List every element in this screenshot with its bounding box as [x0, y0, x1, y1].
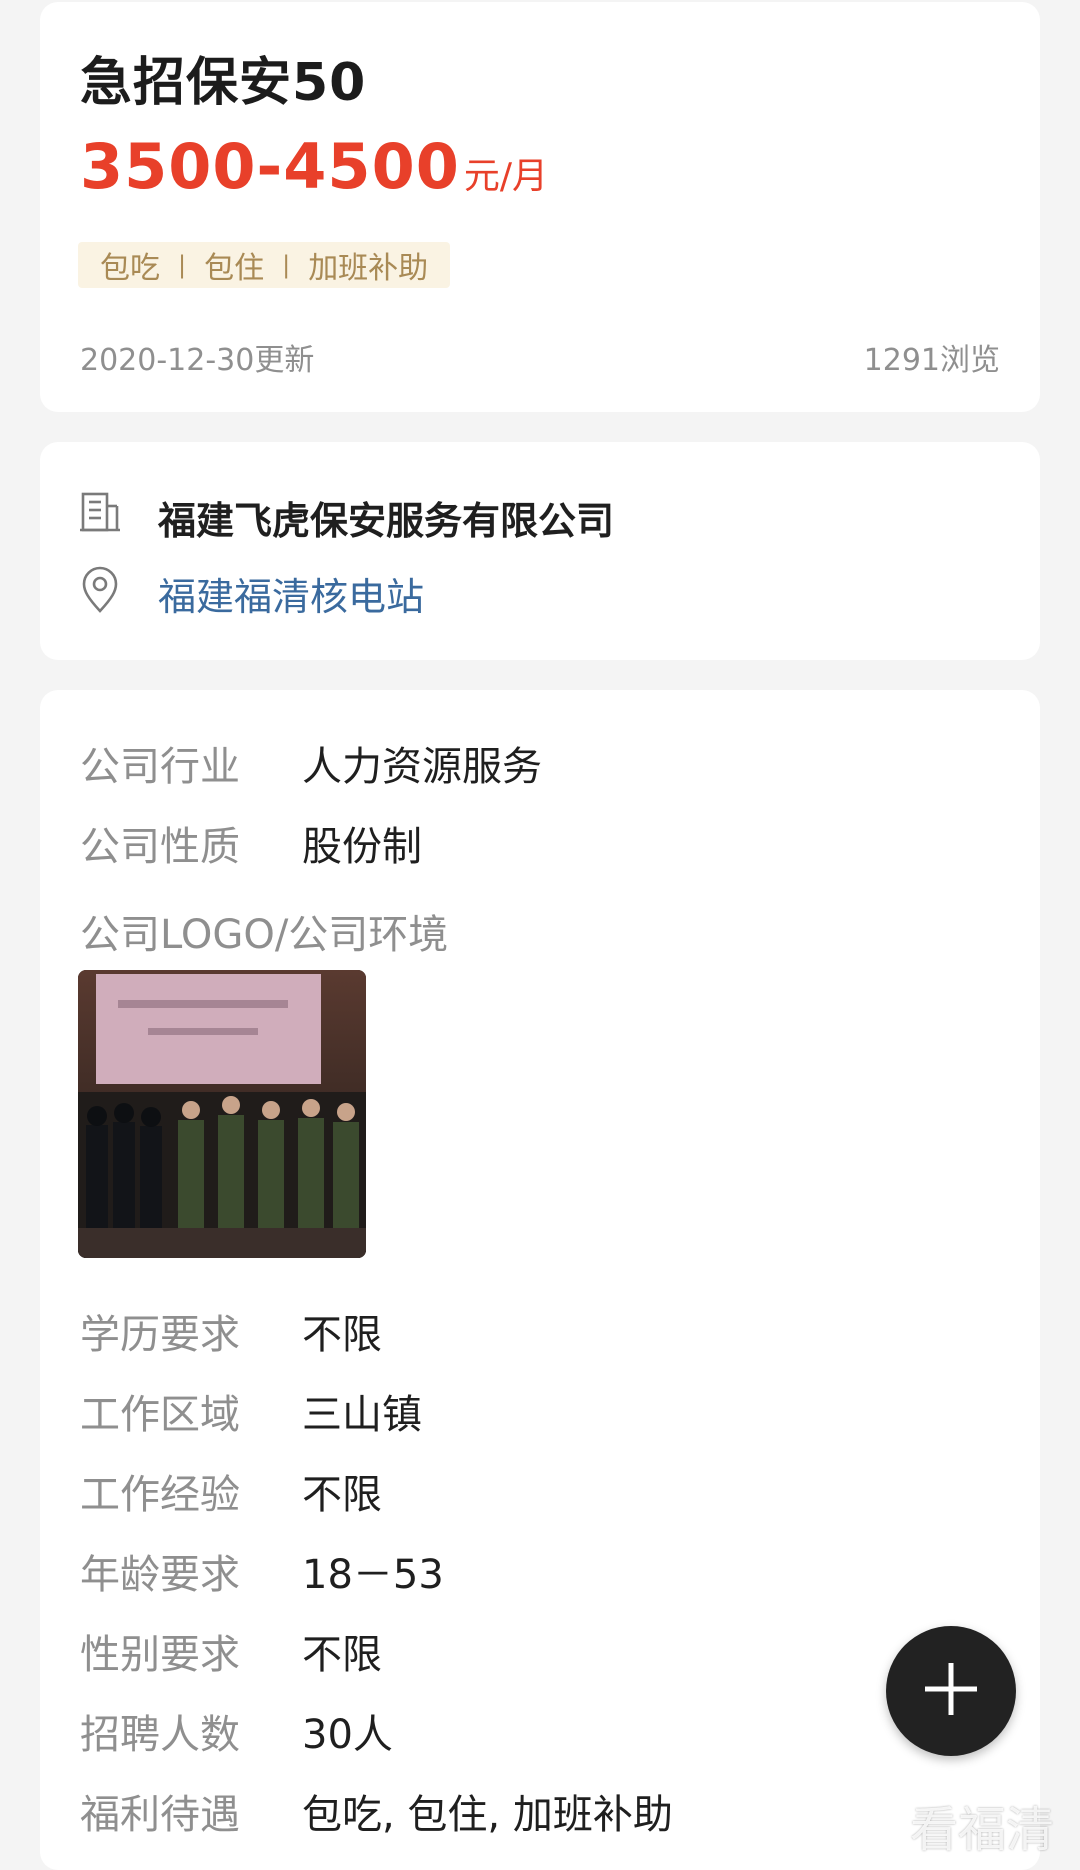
tag: 加班补助: [308, 251, 429, 286]
salary: 3500-4500 元/月: [80, 130, 548, 203]
detail-row-education: 学历要求 不限: [80, 1302, 382, 1360]
detail-label: 工作区域: [80, 1392, 240, 1438]
detail-value: 不限: [302, 1472, 382, 1518]
detail-value: 18－53: [302, 1552, 444, 1598]
detail-label: 公司行业: [80, 744, 240, 790]
detail-value: 包吃, 包住, 加班补助: [302, 1792, 673, 1838]
company-location[interactable]: 福建福清核电站: [158, 566, 424, 621]
detail-label: 招聘人数: [80, 1712, 240, 1758]
detail-row-nature: 公司性质 股份制: [80, 814, 422, 872]
detail-row-area: 工作区域 三山镇: [80, 1382, 422, 1440]
detail-label: 年龄要求: [80, 1552, 240, 1598]
detail-label: 性别要求: [80, 1632, 240, 1678]
detail-label: 学历要求: [80, 1312, 240, 1358]
watermark: 看福清: [909, 1802, 1054, 1858]
salary-unit: 元/月: [463, 156, 548, 197]
detail-row-headcount: 招聘人数 30人: [80, 1702, 393, 1760]
location-pin-icon: [78, 566, 122, 613]
detail-row-experience: 工作经验 不限: [80, 1462, 382, 1520]
add-button[interactable]: [886, 1626, 1016, 1756]
tag: 包吃: [100, 251, 160, 286]
job-title: 急招保安50: [80, 53, 367, 113]
tag: 包住: [204, 251, 265, 286]
benefit-tags: 包吃 | 包住 | 加班补助: [78, 242, 451, 288]
detail-value: 30人: [302, 1712, 393, 1758]
detail-row-age: 年龄要求 18－53: [80, 1542, 444, 1600]
detail-value: 不限: [302, 1312, 382, 1358]
company-card[interactable]: 福建飞虎保安服务有限公司 福建福清核电站: [40, 442, 1040, 660]
tag-separator: |: [282, 251, 291, 279]
detail-value: 股份制: [302, 824, 422, 870]
detail-label: 工作经验: [80, 1472, 240, 1518]
view-count: 1291浏览: [863, 343, 1000, 378]
detail-value: 人力资源服务: [302, 744, 542, 790]
updated-date: 2020-12-30更新: [80, 343, 315, 378]
detail-row-benefits: 福利待遇 包吃, 包住, 加班补助: [80, 1782, 673, 1840]
detail-label: 公司性质: [80, 824, 240, 870]
detail-value: 不限: [302, 1632, 382, 1678]
detail-label: 福利待遇: [80, 1792, 240, 1838]
company-environment-photo[interactable]: [78, 970, 366, 1258]
building-icon: [78, 490, 122, 534]
detail-row-gender: 性别要求 不限: [80, 1622, 382, 1680]
detail-value: 三山镇: [302, 1392, 422, 1438]
detail-row-industry: 公司行业 人力资源服务: [80, 734, 542, 792]
company-name[interactable]: 福建飞虎保安服务有限公司: [158, 490, 614, 545]
tag-separator: |: [178, 251, 187, 279]
logo-section-label: 公司LOGO/公司环境: [80, 912, 449, 958]
job-summary-card: 急招保安50 3500-4500 元/月 包吃 | 包住 | 加班补助 2020-…: [40, 2, 1040, 412]
plus-icon: [919, 1657, 983, 1725]
salary-amount: 3500-4500: [80, 130, 460, 203]
